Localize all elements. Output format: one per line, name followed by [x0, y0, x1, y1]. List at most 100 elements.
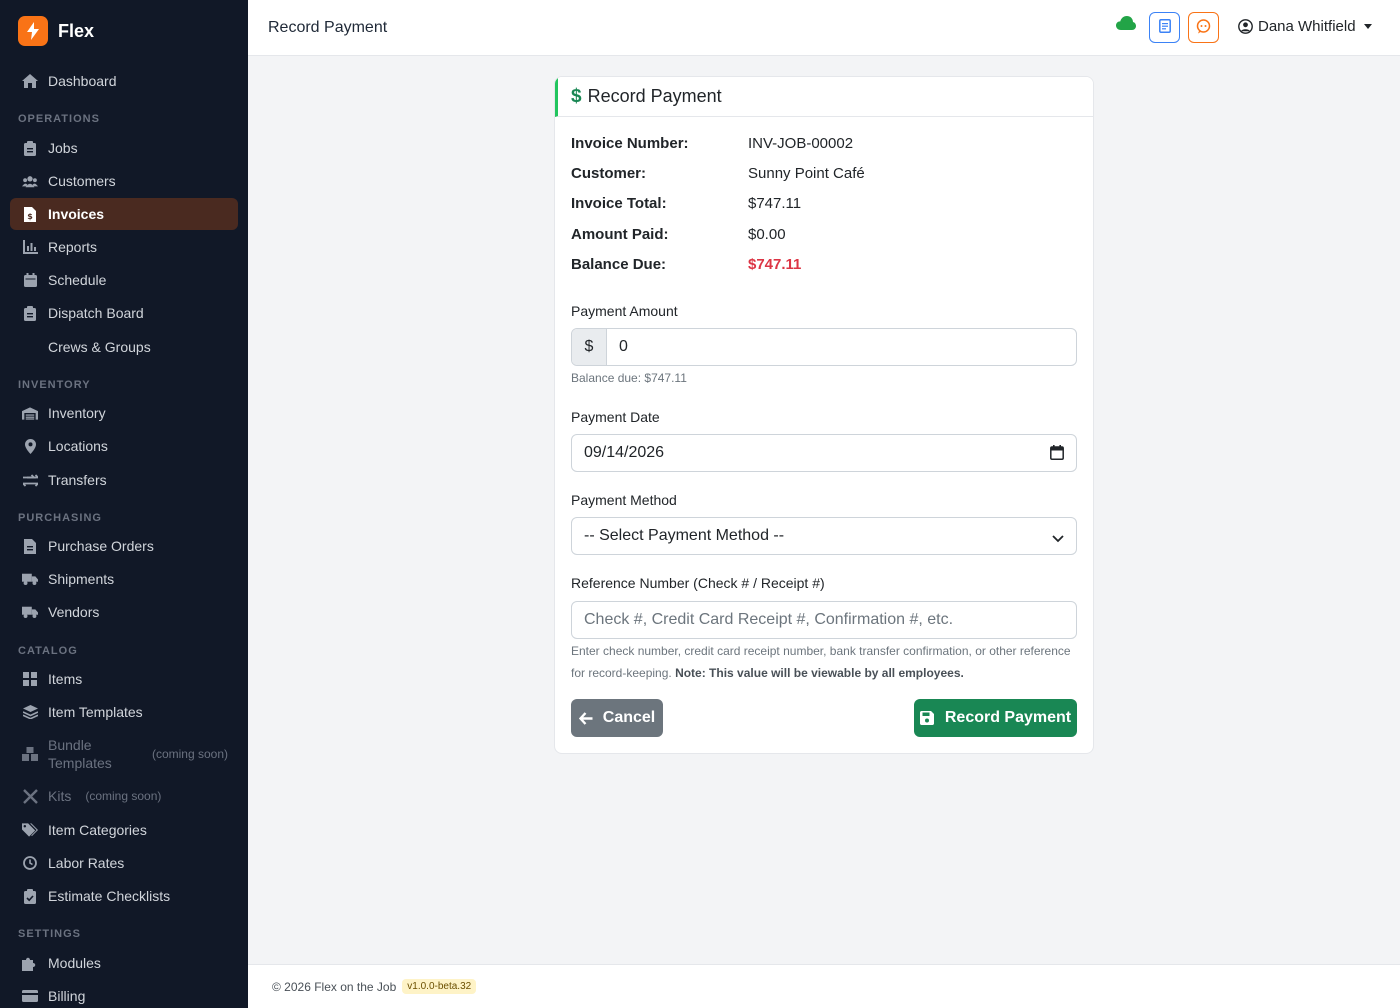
sidebar-item-dispatch-board[interactable]: Dispatch Board [10, 297, 238, 329]
payment-date-input[interactable]: 09/14/2026 [571, 434, 1077, 472]
sidebar-item-label: Inventory [48, 405, 106, 421]
payment-amount-group: $ 0 [571, 328, 1077, 366]
version-badge: v1.0.0-beta.32 [402, 979, 477, 994]
user-name: Dana Whitfield [1258, 18, 1356, 35]
sidebar-item-label: Dispatch Board [48, 305, 144, 321]
truck-icon [22, 604, 38, 620]
transfer-icon [22, 472, 38, 488]
sidebar-item-labor-rates[interactable]: Labor Rates [10, 847, 238, 879]
user-menu[interactable]: Dana Whitfield [1238, 18, 1372, 35]
sidebar-item-label: Dashboard [48, 73, 117, 89]
payment-date-label: Payment Date [571, 409, 660, 425]
calendar-icon[interactable] [1050, 445, 1064, 465]
cloud-icon[interactable] [1116, 16, 1136, 33]
notes-icon [1158, 19, 1171, 36]
sidebar-item-label: Kits [48, 788, 72, 804]
sidebar-item-vendors[interactable]: Vendors [10, 596, 238, 628]
tools-icon [22, 788, 38, 804]
sidebar-item-schedule[interactable]: Schedule [10, 264, 238, 296]
cubes-icon [22, 746, 38, 762]
coming-soon-note: (coming soon) [151, 747, 228, 761]
chart-icon [22, 239, 38, 255]
user-clock-icon [22, 855, 38, 871]
sidebar-item-label: Invoices [48, 206, 105, 222]
clipboard-icon [22, 140, 38, 156]
sidebar-item-locations[interactable]: Locations [10, 430, 238, 462]
sidebar-item-jobs[interactable]: Jobs [10, 132, 238, 164]
user-circle-icon [1238, 19, 1253, 34]
sidebar-item-label: Jobs [48, 140, 78, 156]
info-value: $747.11 [748, 195, 802, 212]
sidebar-item-customers[interactable]: Customers [10, 165, 238, 197]
card-header: $ Record Payment [555, 77, 1093, 117]
info-label: Invoice Total: [571, 195, 667, 212]
sidebar-item-kits: Kits (coming soon) [10, 780, 238, 812]
sidebar-item-item-templates[interactable]: Item Templates [10, 696, 238, 728]
board-icon [22, 305, 38, 321]
sidebar-item-label: Purchase Orders [48, 538, 154, 554]
brand[interactable]: Flex [18, 16, 94, 46]
sidebar-item-label: Reports [48, 239, 98, 255]
chat-button[interactable] [1188, 12, 1219, 43]
sidebar-item-invoices[interactable]: $ Invoices [10, 198, 238, 230]
sidebar-item-item-categories[interactable]: Item Categories [10, 814, 238, 846]
sidebar-item-label: Item Templates [48, 704, 143, 720]
page-title: Record Payment [268, 19, 388, 36]
currency-prefix: $ [572, 329, 607, 365]
section-purchasing: PURCHASING [18, 512, 102, 524]
sidebar-item-inventory[interactable]: Inventory [10, 397, 238, 429]
chevron-down-icon [1052, 530, 1064, 548]
sidebar-item-label: Customers [48, 173, 116, 189]
sidebar-item-dashboard[interactable]: Dashboard [10, 65, 238, 97]
section-operations: OPERATIONS [18, 113, 100, 125]
payment-amount-input[interactable]: 0 [607, 329, 1076, 365]
sidebar-item-label: Modules [48, 955, 101, 971]
sidebar-item-shipments[interactable]: Shipments [10, 563, 238, 595]
sidebar-item-label: Billing [48, 988, 86, 1004]
layers-icon [22, 704, 38, 720]
calendar-icon [22, 272, 38, 288]
info-label: Invoice Number: [571, 135, 689, 152]
sidebar-item-crews-groups[interactable]: Crews & Groups [10, 331, 238, 363]
tags-icon [22, 822, 38, 838]
crews-icon [22, 339, 38, 355]
balance-due-value: $747.11 [748, 256, 802, 273]
section-settings: SETTINGS [18, 928, 82, 940]
bolt-icon [18, 16, 48, 46]
sidebar-item-transfers[interactable]: Transfers [10, 464, 238, 496]
payment-method-select[interactable]: -- Select Payment Method -- [571, 517, 1077, 555]
info-value: $0.00 [748, 226, 786, 243]
sidebar-item-reports[interactable]: Reports [10, 231, 238, 263]
info-customer: Customer: Sunny Point Café [571, 165, 1071, 185]
sidebar-item-label: Vendors [48, 604, 100, 620]
section-inventory: INVENTORY [18, 379, 91, 391]
record-payment-button[interactable]: Record Payment [914, 699, 1077, 737]
info-balance-due: Balance Due: $747.11 [571, 256, 1071, 276]
sidebar-item-purchase-orders[interactable]: Purchase Orders [10, 530, 238, 562]
truck-icon [22, 571, 38, 587]
sidebar-item-modules[interactable]: Modules [10, 947, 238, 979]
chevron-down-icon [1363, 24, 1372, 29]
cancel-button[interactable]: Cancel [571, 699, 663, 737]
svg-text:$: $ [27, 212, 33, 221]
sidebar-item-billing[interactable]: Billing [10, 980, 238, 1008]
sidebar: Flex Dashboard OPERATIONS Jobs Customers… [0, 0, 248, 1008]
payment-date-value: 09/14/2026 [584, 444, 665, 461]
reference-number-input[interactable]: Check #, Credit Card Receipt #, Confirma… [571, 601, 1077, 639]
sidebar-item-estimate-checklists[interactable]: Estimate Checklists [10, 880, 238, 912]
map-pin-icon [22, 438, 38, 454]
sidebar-item-label: Bundle Templates [48, 737, 112, 771]
sidebar-item-label: Labor Rates [48, 855, 125, 871]
sidebar-item-items[interactable]: Items [10, 663, 238, 695]
cancel-label: Cancel [602, 709, 656, 726]
sidebar-item-label: Items [48, 671, 83, 687]
chat-icon [1196, 18, 1211, 37]
coming-soon-note: (coming soon) [85, 789, 162, 803]
info-invoice-number: Invoice Number: INV-JOB-00002 [571, 135, 1071, 155]
notes-button[interactable] [1149, 12, 1180, 43]
sidebar-item-bundle-templates: Bundle Templates (coming soon) [10, 734, 238, 774]
info-label: Amount Paid: [571, 226, 669, 243]
sidebar-item-label: Item Categories [48, 822, 147, 838]
payment-method-label: Payment Method [571, 492, 677, 508]
invoice-icon: $ [22, 206, 38, 222]
